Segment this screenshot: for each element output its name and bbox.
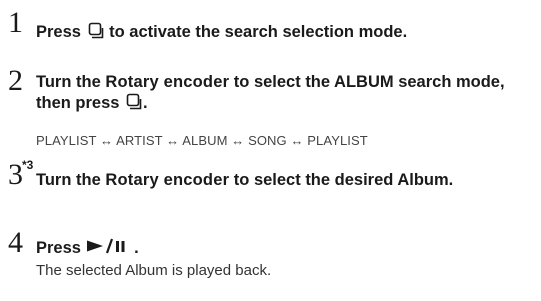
step-result: The selected Album is played back. — [36, 262, 272, 279]
step-number: 4 — [8, 226, 23, 259]
step-number: 3 — [8, 158, 23, 191]
play-pause-icon — [86, 238, 130, 260]
step-instruction: Turn the Rotary encoder to select the de… — [36, 171, 454, 189]
search-mode-sequence: PLAYLIST ↔ ARTIST ↔ ALBUM ↔ SONG ↔ PLAYL… — [36, 133, 368, 148]
search-button-icon — [87, 22, 104, 45]
rotary-encoder-term: Rotary encoder — [105, 171, 230, 189]
step-number: 1 — [8, 6, 23, 39]
search-button-icon — [125, 93, 142, 116]
rotary-encoder-term: Rotary encoder — [105, 73, 230, 91]
step-instruction: Turn the Rotary encoder to select the AL… — [36, 72, 535, 116]
step-instruction: Press . The selected Album is played bac… — [36, 238, 535, 281]
step-instruction: Press to activate the search selection m… — [36, 22, 535, 45]
step-number: 2 — [8, 64, 23, 97]
footnote-marker: *3 — [22, 158, 34, 172]
